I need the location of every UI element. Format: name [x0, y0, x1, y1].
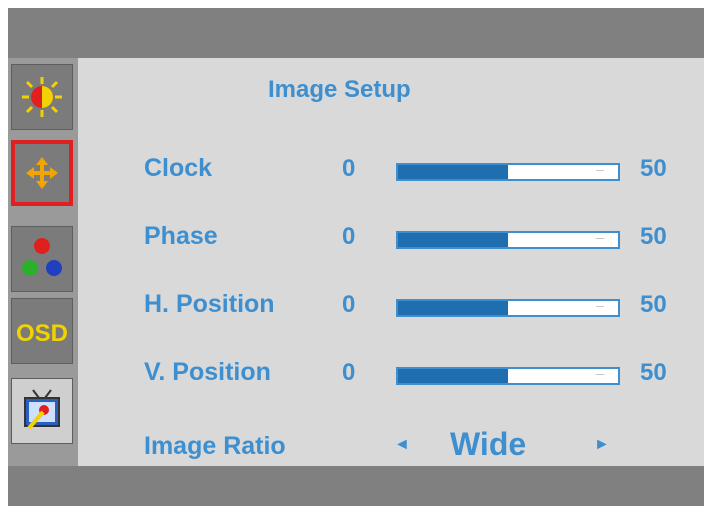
top-bar	[8, 8, 704, 58]
menu-item-tools[interactable]	[11, 378, 73, 444]
brightness-contrast-icon	[22, 77, 62, 117]
clock-slider[interactable]	[396, 163, 620, 181]
ratio-left-arrow[interactable]: ◄	[394, 436, 410, 454]
slider-fill	[398, 233, 508, 247]
setting-min: 0	[342, 223, 356, 250]
tools-tv-icon	[24, 389, 60, 430]
slider-fill	[398, 301, 508, 315]
slider-fill	[398, 369, 508, 383]
h-position-slider[interactable]	[396, 299, 620, 317]
sidebar-menu: OSD	[8, 58, 78, 466]
slider-fill	[398, 165, 508, 179]
setting-row-h-position[interactable]: H. Position 0 50	[78, 286, 704, 326]
main-panel: Image Setup Clock 0 50 Phase 0 50 H. Pos…	[78, 58, 704, 466]
osd-window: OSD Image Setup Clock 0 50 Phase 0 50 H.…	[8, 8, 704, 506]
move-position-icon	[26, 157, 58, 189]
ratio-value: Wide	[450, 426, 527, 462]
setting-row-image-ratio[interactable]: Image Ratio ◄ Wide ►	[78, 426, 704, 468]
menu-item-image-setup[interactable]	[11, 140, 73, 206]
setting-label: Image Ratio	[144, 432, 286, 460]
setting-label: Clock	[144, 154, 213, 182]
menu-item-osd[interactable]: OSD	[11, 298, 73, 364]
ratio-right-arrow[interactable]: ►	[594, 436, 610, 454]
setting-min: 0	[342, 155, 356, 182]
setting-label: H. Position	[144, 290, 275, 318]
setting-max: 50	[640, 359, 667, 386]
osd-icon: OSD	[17, 320, 67, 347]
setting-label: V. Position	[144, 358, 271, 386]
menu-item-brightness[interactable]	[11, 64, 73, 130]
setting-label: Phase	[144, 222, 218, 250]
setting-min: 0	[342, 291, 356, 318]
menu-item-color[interactable]	[11, 226, 73, 292]
setting-max: 50	[640, 291, 667, 318]
v-position-slider[interactable]	[396, 367, 620, 385]
setting-max: 50	[640, 155, 667, 182]
osd-icon-text: OSD	[17, 320, 67, 347]
setting-max: 50	[640, 223, 667, 250]
setting-row-v-position[interactable]: V. Position 0 50	[78, 354, 704, 394]
setting-min: 0	[342, 359, 356, 386]
setting-row-clock[interactable]: Clock 0 50	[78, 150, 704, 190]
bottom-bar	[8, 466, 704, 506]
page-title: Image Setup	[268, 76, 411, 103]
setting-row-phase[interactable]: Phase 0 50	[78, 218, 704, 258]
phase-slider[interactable]	[396, 231, 620, 249]
color-dots-icon	[22, 238, 62, 276]
